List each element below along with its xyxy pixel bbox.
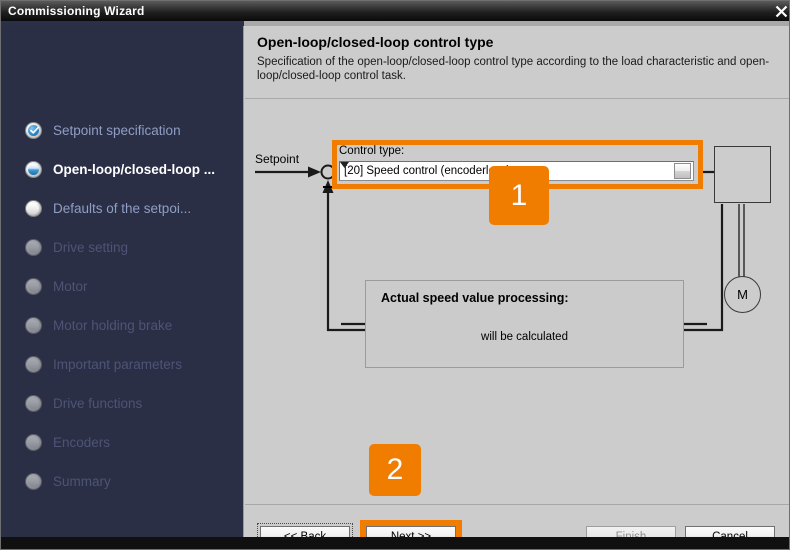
annotation-badge-2: 2 — [369, 444, 421, 496]
motor-symbol: M — [724, 276, 761, 313]
wizard-step-sidebar: Setpoint specification Open-loop/closed-… — [1, 26, 244, 549]
control-loop-diagram: Setpoint Control type: [20] Speed contro… — [245, 98, 789, 498]
step-status-open-icon — [25, 200, 42, 217]
annotation-badge-1: 1 — [489, 166, 549, 225]
sidebar-item-motor: Motor — [1, 267, 244, 306]
wizard-step-list: Setpoint specification Open-loop/closed-… — [1, 111, 244, 501]
page-description: Specification of the open-loop/closed-lo… — [257, 56, 770, 82]
sidebar-item-drive-setting: Drive setting — [1, 228, 244, 267]
window-titlebar: Commissioning Wizard — [1, 1, 789, 21]
sidebar-item-label: Setpoint specification — [53, 122, 181, 138]
sidebar-item-label: Drive setting — [53, 239, 129, 255]
control-type-label: Control type: — [339, 145, 405, 157]
step-status-disabled-icon — [25, 317, 42, 334]
step-status-disabled-icon — [25, 395, 42, 412]
footer-divider — [245, 504, 789, 505]
actual-speed-value-title: Actual speed value processing: — [381, 291, 569, 305]
sidebar-item-label: Encoders — [53, 434, 111, 450]
chevron-down-icon[interactable] — [340, 162, 691, 179]
sidebar-item-label: Motor holding brake — [53, 317, 173, 333]
step-status-disabled-icon — [25, 473, 42, 490]
actual-speed-value-processing-box: Actual speed value processing: will be c… — [365, 280, 684, 368]
commissioning-wizard-window: Commissioning Wizard Setpoint specificat… — [0, 0, 790, 550]
sidebar-item-important-parameters: Important parameters — [1, 345, 244, 384]
setpoint-label: Setpoint — [255, 152, 300, 166]
inverter-symbol — [714, 146, 771, 203]
sidebar-item-summary: Summary — [1, 462, 244, 501]
sidebar-item-open-loop-closed-loop[interactable]: Open-loop/closed-loop ... — [1, 150, 244, 189]
close-icon[interactable] — [771, 1, 789, 21]
motor-label: M — [737, 287, 748, 302]
sidebar-item-setpoint-specification[interactable]: Setpoint specification — [1, 111, 244, 150]
sidebar-item-defaults-of-the-setpoint[interactable]: Defaults of the setpoi... — [1, 189, 244, 228]
step-status-current-icon — [25, 161, 42, 178]
sidebar-item-label: Motor — [53, 278, 88, 294]
actual-speed-value-text: will be calculated — [481, 331, 568, 343]
step-status-disabled-icon — [25, 278, 42, 295]
sidebar-item-label: Summary — [53, 473, 111, 489]
sidebar-item-drive-functions: Drive functions — [1, 384, 244, 423]
window-title: Commissioning Wizard — [8, 4, 145, 18]
page-title: Open-loop/closed-loop control type — [257, 34, 494, 50]
sidebar-item-label: Open-loop/closed-loop ... — [53, 161, 215, 177]
window-bottom-bar — [1, 537, 789, 549]
sidebar-item-label: Drive functions — [53, 395, 143, 411]
sidebar-item-label: Defaults of the setpoi... — [53, 200, 192, 216]
sidebar-item-encoders: Encoders — [1, 423, 244, 462]
step-status-disabled-icon — [25, 239, 42, 256]
sidebar-item-motor-holding-brake: Motor holding brake — [1, 306, 244, 345]
sidebar-item-label: Important parameters — [53, 356, 183, 372]
step-status-disabled-icon — [25, 356, 42, 373]
step-status-disabled-icon — [25, 434, 42, 451]
main-panel: Open-loop/closed-loop control type Speci… — [245, 26, 789, 549]
step-status-done-icon — [25, 122, 42, 139]
